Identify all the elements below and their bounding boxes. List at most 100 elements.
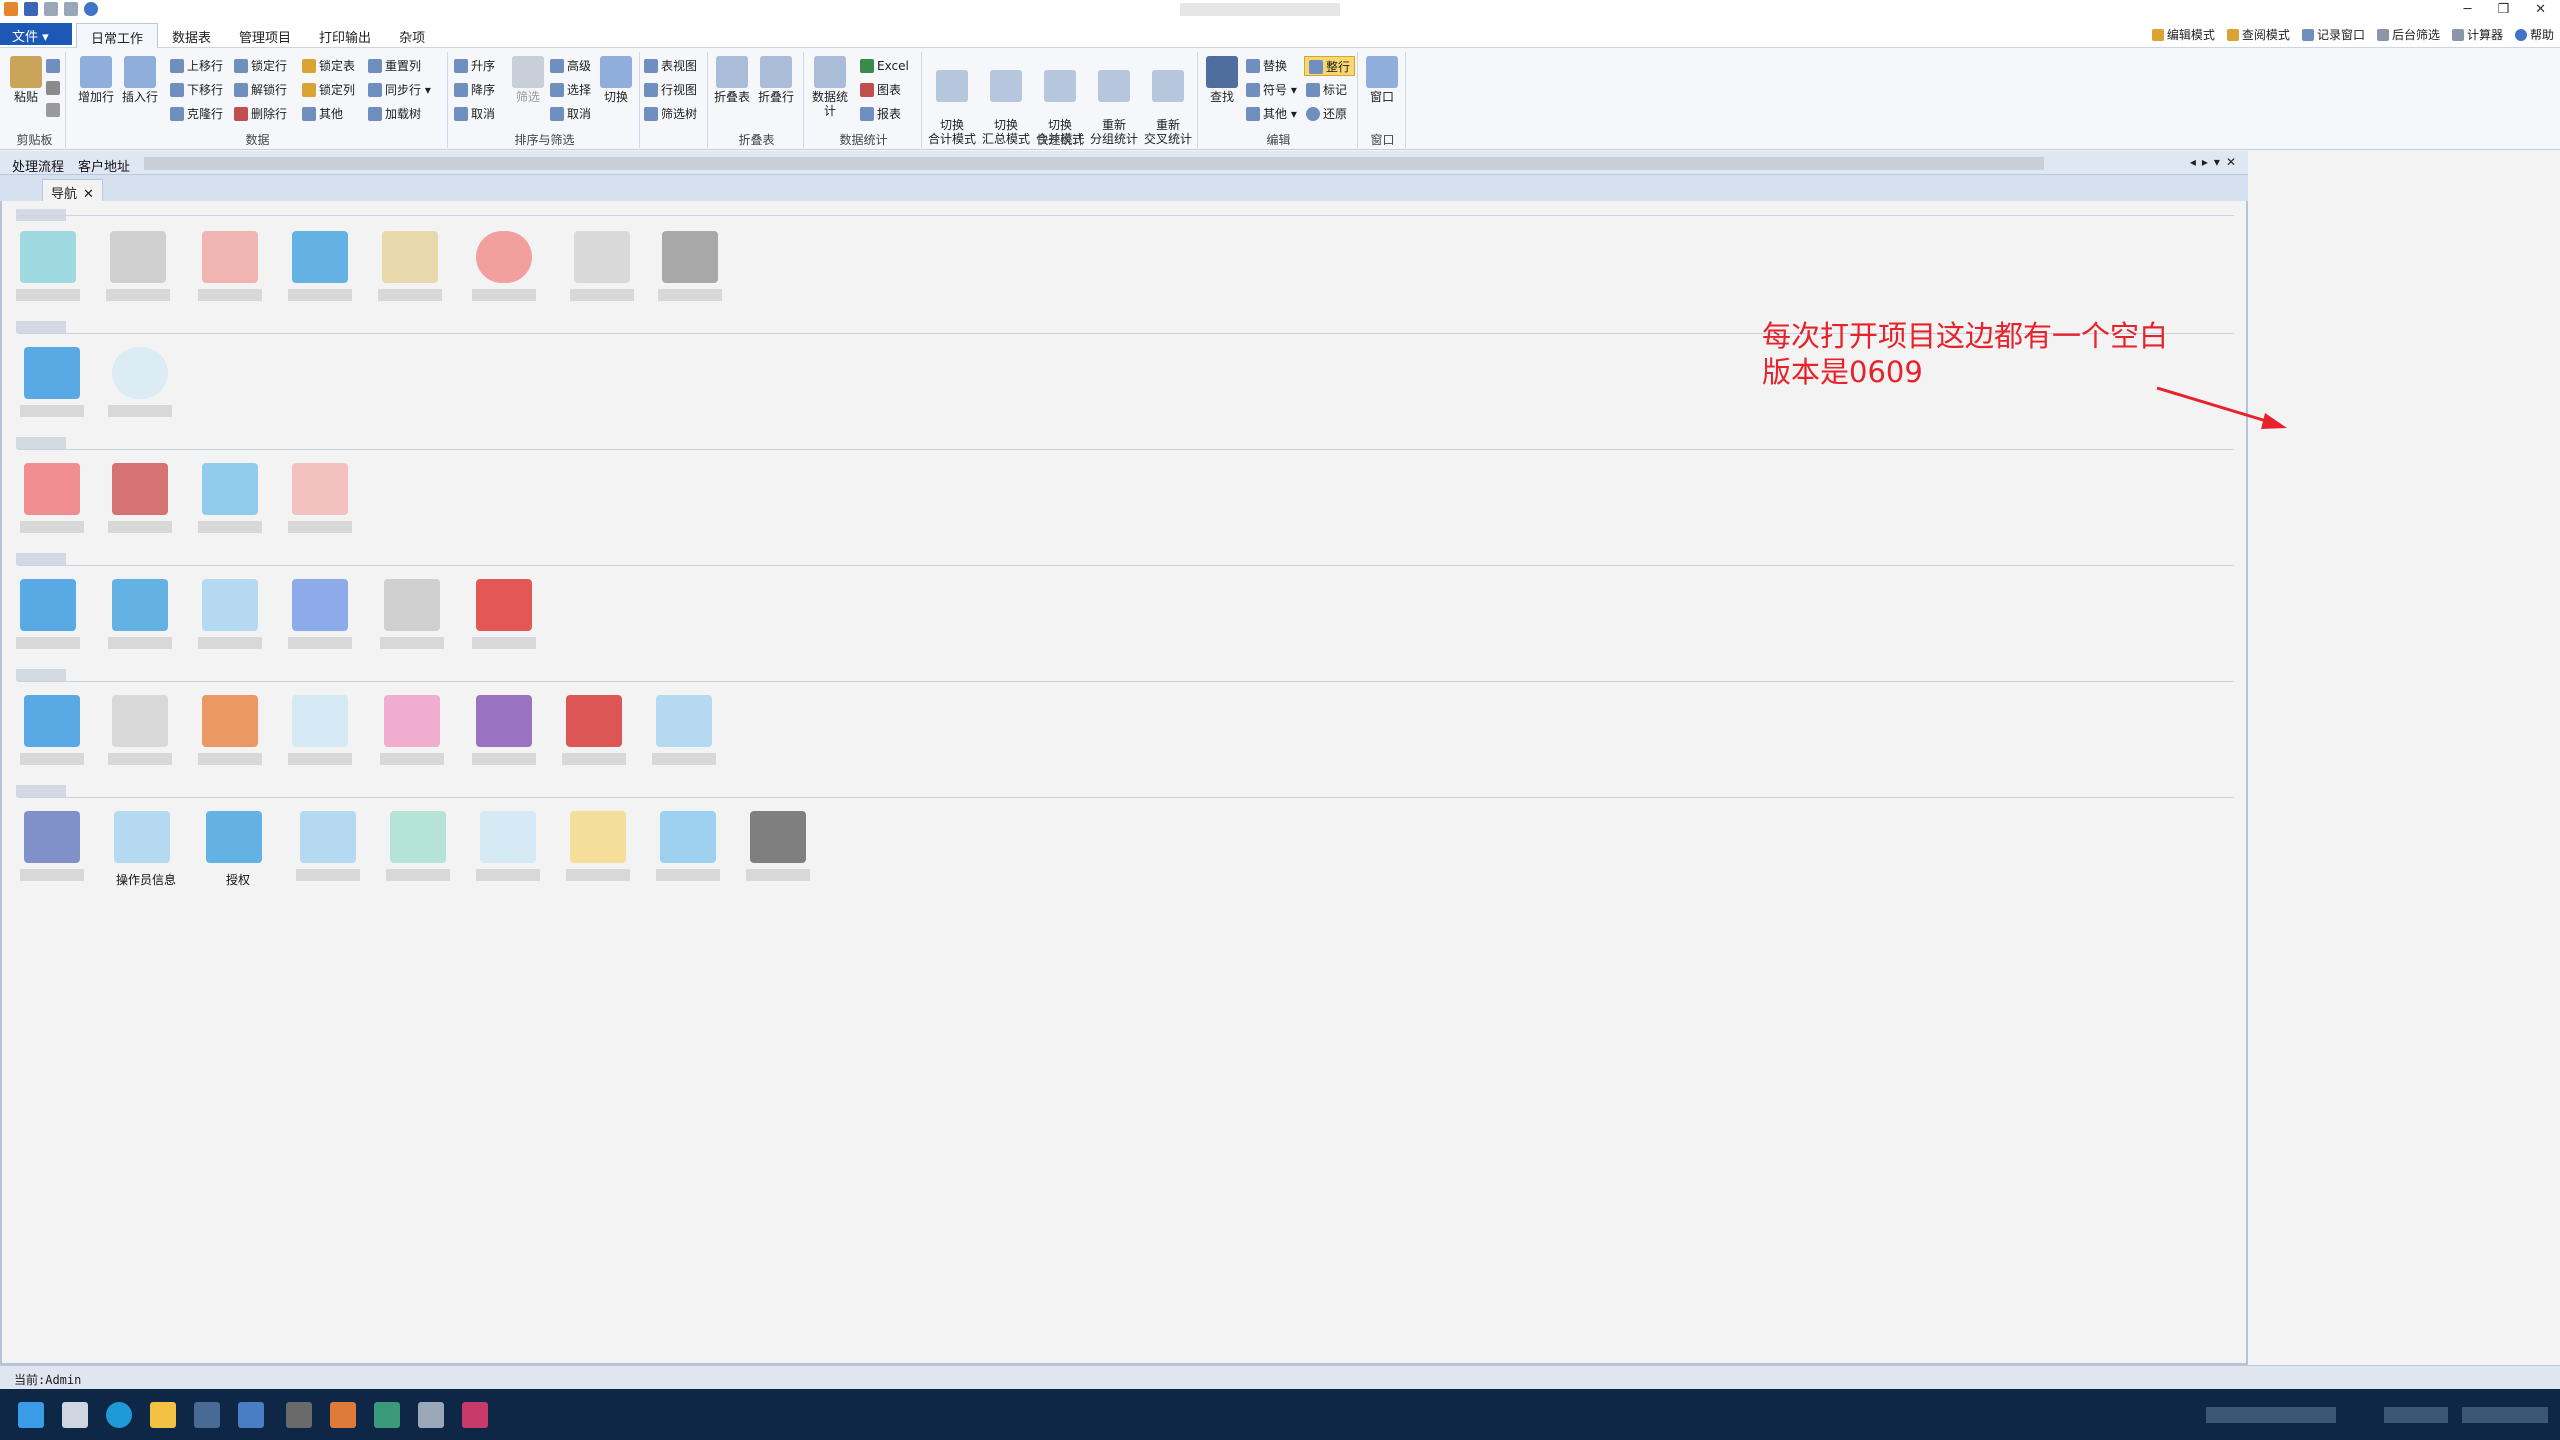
taskbar-app-icon[interactable] — [194, 1402, 220, 1428]
cut-button[interactable] — [46, 78, 63, 98]
tab-strip-controls[interactable]: ◂▸▾✕ — [2190, 155, 2242, 169]
nav-tile[interactable] — [468, 227, 538, 307]
symbol-button[interactable]: 符号 ▾ — [1246, 80, 1297, 100]
data-other-button[interactable]: 其他 — [302, 104, 343, 124]
browser-icon[interactable] — [106, 1402, 132, 1428]
nav-tile[interactable] — [284, 227, 354, 307]
nav-tile[interactable] — [194, 691, 264, 771]
insert-row-button[interactable]: 插入行 — [120, 56, 160, 104]
nav-tile[interactable] — [652, 807, 722, 887]
nav-tile[interactable] — [558, 691, 628, 771]
move-down-button[interactable]: 下移行 — [170, 80, 223, 100]
nav-tile[interactable] — [566, 227, 636, 307]
nav-tile[interactable] — [16, 343, 86, 423]
nav-tile[interactable] — [292, 807, 362, 887]
help-small-icon[interactable] — [84, 2, 98, 16]
nav-tile[interactable] — [376, 575, 446, 655]
minimize-icon[interactable]: ─ — [2464, 2, 2472, 17]
nav-tile[interactable] — [374, 227, 444, 307]
nav-tab[interactable]: 导航 ✕ — [42, 179, 103, 202]
calculator-button[interactable]: 计算器 — [2451, 26, 2503, 43]
data-stats-button[interactable]: 数据统计 — [810, 56, 850, 118]
reset-col-button[interactable]: 重置列 — [368, 56, 421, 76]
sync-row-button[interactable]: 同步行 ▾ — [368, 80, 431, 100]
format-painter-button[interactable] — [46, 100, 63, 120]
unlock-row-button[interactable]: 解锁行 — [234, 80, 287, 100]
nav-tile[interactable] — [472, 807, 542, 887]
nav-tile[interactable] — [104, 691, 174, 771]
filter-tree-button[interactable]: 筛选树 — [644, 104, 697, 124]
tab-process-flow[interactable]: 处理流程 — [12, 156, 64, 175]
close-icon[interactable]: ✕ — [83, 187, 94, 202]
taskbar-app-icon[interactable] — [418, 1402, 444, 1428]
move-up-button[interactable]: 上移行 — [170, 56, 223, 76]
auth-tile[interactable]: 授权 — [198, 807, 268, 887]
nav-tile[interactable] — [562, 807, 632, 887]
nav-tile[interactable] — [742, 807, 812, 887]
nav-tile[interactable] — [104, 575, 174, 655]
taskbar-app-icon[interactable] — [286, 1402, 312, 1428]
copy-button[interactable] — [46, 56, 63, 76]
redo-icon[interactable] — [64, 2, 78, 16]
help-button[interactable]: 帮助 — [2514, 26, 2554, 43]
whole-row-toggle[interactable]: 整行 — [1304, 56, 1356, 76]
add-row-button[interactable]: 增加行 — [76, 56, 116, 104]
start-icon[interactable] — [18, 1402, 44, 1428]
nav-tile[interactable] — [194, 459, 264, 539]
nav-tile[interactable] — [382, 807, 452, 887]
nav-tile[interactable] — [468, 575, 538, 655]
filter-advanced-button[interactable]: 高级 — [550, 56, 591, 76]
filter-select-button[interactable]: 选择 — [550, 80, 591, 100]
file-explorer-icon[interactable] — [150, 1402, 176, 1428]
nav-tile[interactable] — [648, 691, 718, 771]
report-button[interactable]: 报表 — [860, 104, 901, 124]
task-view-icon[interactable] — [62, 1402, 88, 1428]
lock-table-button[interactable]: 锁定表 — [302, 56, 355, 76]
nav-tile[interactable] — [16, 459, 86, 539]
tab-data-table[interactable]: 数据表 — [158, 23, 225, 48]
nav-tile[interactable] — [194, 227, 264, 307]
record-window-button[interactable]: 记录窗口 — [2301, 26, 2365, 43]
restore-button[interactable]: 还原 — [1306, 104, 1347, 124]
sort-cancel-button[interactable]: 取消 — [454, 104, 495, 124]
window-button[interactable]: 窗口 — [1362, 56, 1402, 104]
nav-tile[interactable] — [284, 691, 354, 771]
fold-row-button[interactable]: 折叠行 — [756, 56, 796, 104]
lock-col-button[interactable]: 锁定列 — [302, 80, 355, 100]
background-filter-button[interactable]: 后台筛选 — [2376, 26, 2440, 43]
tab-print-output[interactable]: 打印输出 — [305, 23, 385, 48]
delete-row-button[interactable]: 删除行 — [234, 104, 287, 124]
tab-manage-project[interactable]: 管理项目 — [225, 23, 305, 48]
nav-tile[interactable] — [104, 343, 174, 423]
filter-cancel-button[interactable]: 取消 — [550, 104, 591, 124]
nav-tile[interactable] — [102, 227, 172, 307]
find-button[interactable]: 查找 — [1202, 56, 1242, 104]
excel-button[interactable]: Excel — [860, 56, 909, 76]
nav-tile[interactable] — [376, 691, 446, 771]
edit-other-button[interactable]: 其他 ▾ — [1246, 104, 1297, 124]
operator-info-tile[interactable]: 操作员信息 — [106, 807, 176, 887]
restore-icon[interactable]: ❐ — [2497, 2, 2509, 17]
replace-button[interactable]: 替换 — [1246, 56, 1287, 76]
fold-table-button[interactable]: 折叠表 — [712, 56, 752, 104]
add-tree-button[interactable]: 加载树 — [368, 104, 421, 124]
nav-tile[interactable] — [16, 807, 86, 887]
edit-mode-button[interactable]: 编辑模式 — [2151, 26, 2215, 43]
tab-misc[interactable]: 杂项 — [385, 23, 439, 48]
nav-tile[interactable] — [468, 691, 538, 771]
chart-button[interactable]: 图表 — [860, 80, 901, 100]
lock-row-button[interactable]: 锁定行 — [234, 56, 287, 76]
file-menu-button[interactable]: 文件 ▾ — [0, 23, 72, 45]
taskbar-app-icon[interactable] — [462, 1402, 488, 1428]
sort-desc-button[interactable]: 降序 — [454, 80, 495, 100]
undo-icon[interactable] — [44, 2, 58, 16]
nav-tile[interactable] — [654, 227, 724, 307]
nav-tile[interactable] — [104, 459, 174, 539]
taskbar-app-icon[interactable] — [330, 1402, 356, 1428]
tab-daily-work[interactable]: 日常工作 — [76, 23, 159, 48]
nav-tile[interactable] — [284, 575, 354, 655]
nav-tile[interactable] — [16, 691, 86, 771]
close-icon[interactable]: ✕ — [2535, 2, 2546, 17]
paste-button[interactable]: 粘贴 — [6, 56, 46, 104]
table-view-button[interactable]: 表视图 — [644, 56, 697, 76]
